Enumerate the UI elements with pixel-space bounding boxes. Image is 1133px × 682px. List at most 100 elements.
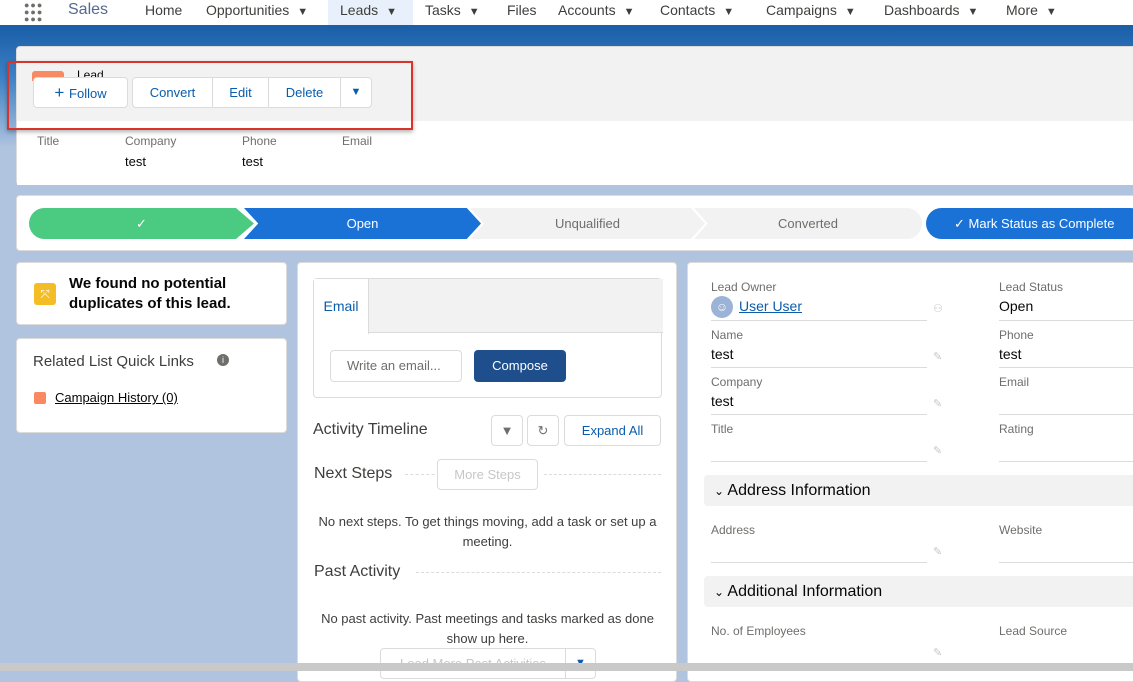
email-label: Email xyxy=(999,375,1030,389)
divider xyxy=(711,562,927,563)
divider xyxy=(999,320,1133,321)
check-icon: ✓ xyxy=(136,216,147,231)
chevron-down-icon: ⌄ xyxy=(714,484,728,498)
expand-all-button[interactable]: Expand All xyxy=(564,415,661,446)
highlights-panel xyxy=(17,121,1133,185)
nav-campaigns[interactable]: Campaigns ▼ xyxy=(766,0,856,25)
divider xyxy=(711,414,927,415)
top-nav: ●●● ●●● ●●● Sales Home Opportunities ▼ Lead… xyxy=(0,0,1133,28)
company-value: test xyxy=(125,154,146,169)
website-label: Website xyxy=(999,523,1043,537)
nav-files[interactable]: Files xyxy=(507,0,537,25)
nav-label: Accounts xyxy=(558,2,616,18)
stage-converted[interactable]: Converted xyxy=(694,208,922,239)
name-value: test xyxy=(711,346,734,362)
mark-complete-button[interactable]: ✓ Mark Status as Complete xyxy=(926,208,1133,239)
nav-tasks[interactable]: Tasks ▼ xyxy=(425,0,480,25)
follow-button[interactable]: + Follow xyxy=(33,77,128,108)
edit-pencil-icon[interactable]: ✎ xyxy=(933,350,942,363)
activity-card: Email Write an email... Compose Activity… xyxy=(297,262,677,682)
stage-unqualified[interactable]: Unqualified xyxy=(470,208,705,239)
stage-complete[interactable]: ✓ xyxy=(29,208,254,239)
nav-label: Dashboards xyxy=(884,2,960,18)
stage-open[interactable]: Open xyxy=(244,208,481,239)
lead-owner-label: Lead Owner xyxy=(711,280,777,294)
title-label: Title xyxy=(711,422,734,436)
nav-label: Opportunities xyxy=(206,2,290,18)
address-section-header[interactable]: ⌄ Address Information xyxy=(704,475,1133,506)
divider xyxy=(711,367,927,368)
divider xyxy=(405,474,440,475)
timeline-title: Activity Timeline xyxy=(313,421,428,438)
company-value: test xyxy=(711,393,734,409)
edit-pencil-icon[interactable]: ✎ xyxy=(933,397,942,410)
divider xyxy=(999,367,1133,368)
quick-links-card: Related List Quick Links i Campaign Hist… xyxy=(16,338,287,433)
chevron-down-icon[interactable]: ▼ xyxy=(624,6,635,18)
next-steps-empty: No next steps. To get things moving, add… xyxy=(318,514,657,549)
chevron-down-icon[interactable]: ▼ xyxy=(1046,6,1057,18)
delete-button[interactable]: Delete xyxy=(268,77,341,108)
nav-accounts[interactable]: Accounts ▼ xyxy=(558,0,634,25)
quick-links-title: Related List Quick Links xyxy=(33,353,194,370)
duplicate-icon: ⤧ xyxy=(34,283,56,305)
company-label: Company xyxy=(711,375,763,389)
horizontal-scrollbar[interactable] xyxy=(0,663,1133,671)
info-icon[interactable]: i xyxy=(217,354,229,366)
more-steps-button[interactable]: More Steps xyxy=(437,459,538,490)
chevron-down-icon[interactable]: ▼ xyxy=(845,6,856,18)
edit-button[interactable]: Edit xyxy=(212,77,269,108)
nav-label: Campaigns xyxy=(766,2,837,18)
lead-status-label: Lead Status xyxy=(999,280,1064,294)
rating-label: Rating xyxy=(999,422,1034,436)
refresh-button[interactable]: ↻ xyxy=(527,415,559,446)
plus-icon: + xyxy=(54,83,70,102)
nav-label: Contacts xyxy=(660,2,716,18)
divider xyxy=(999,562,1133,563)
more-actions-dropdown[interactable]: ▼ xyxy=(340,77,372,108)
app-launcher-icon[interactable]: ●●● ●●● ●●● xyxy=(24,1,43,24)
chevron-down-icon[interactable]: ▼ xyxy=(386,6,397,18)
chevron-down-icon[interactable]: ▼ xyxy=(968,6,979,18)
nav-dashboards[interactable]: Dashboards ▼ xyxy=(884,0,978,25)
nav-leads[interactable]: Leads ▼ xyxy=(328,0,413,25)
compose-button[interactable]: Compose xyxy=(474,350,566,382)
additional-section-header[interactable]: ⌄ Additional Information xyxy=(704,576,1133,607)
divider xyxy=(999,461,1133,462)
past-activity-title: Past Activity xyxy=(314,563,401,580)
edit-pencil-icon[interactable]: ✎ xyxy=(933,646,942,659)
lead-status-value: Open xyxy=(999,298,1034,314)
divider xyxy=(711,461,927,462)
past-activity-empty: No past activity. Past meetings and task… xyxy=(321,611,654,646)
lead-owner-link[interactable]: User User xyxy=(739,298,802,314)
name-label: Name xyxy=(711,328,744,342)
campaign-icon xyxy=(34,392,46,404)
avatar: ☺ xyxy=(711,296,733,318)
edit-pencil-icon[interactable]: ✎ xyxy=(933,444,942,457)
section-title: Additional Information xyxy=(727,583,883,600)
nav-opportunities[interactable]: Opportunities ▼ xyxy=(206,0,308,25)
mark-complete-label: Mark Status as Complete xyxy=(968,216,1115,231)
chevron-down-icon[interactable]: ▼ xyxy=(723,6,734,18)
nav-label: Tasks xyxy=(425,2,461,18)
nav-contacts[interactable]: Contacts ▼ xyxy=(660,0,734,25)
email-label: Email xyxy=(342,134,373,148)
campaign-history-link[interactable]: Campaign History (0) xyxy=(55,390,178,405)
change-owner-icon[interactable]: ⚇ xyxy=(933,302,943,315)
chevron-down-icon[interactable]: ▼ xyxy=(469,6,480,18)
filter-button[interactable]: ▼ xyxy=(491,415,523,446)
divider xyxy=(544,474,661,475)
nav-home[interactable]: Home xyxy=(145,0,182,25)
tab-email[interactable]: Email xyxy=(314,279,369,334)
edit-pencil-icon[interactable]: ✎ xyxy=(933,545,942,558)
section-title: Address Information xyxy=(727,482,871,499)
next-steps-title: Next Steps xyxy=(314,465,393,482)
title-label: Title xyxy=(37,134,60,148)
details-card xyxy=(687,262,1133,682)
filter-icon: ▼ xyxy=(500,423,514,438)
nav-more[interactable]: More ▼ xyxy=(1006,0,1057,25)
email-input[interactable]: Write an email... xyxy=(330,350,462,382)
convert-button[interactable]: Convert xyxy=(132,77,213,108)
divider xyxy=(711,320,927,321)
chevron-down-icon[interactable]: ▼ xyxy=(297,6,308,18)
